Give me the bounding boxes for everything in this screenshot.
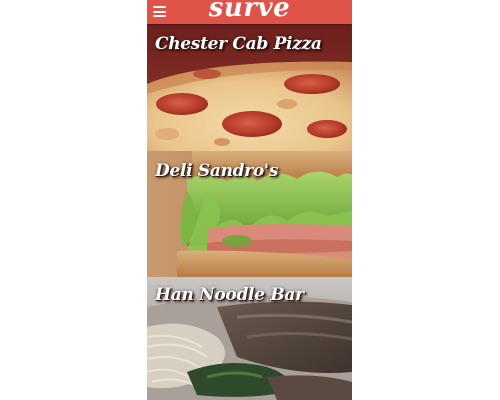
app-bar: surve	[147, 0, 352, 24]
restaurant-name: Chester Cab Pizza	[155, 34, 322, 54]
restaurant-card-chester-cab-pizza[interactable]: Chester Cab Pizza	[147, 24, 352, 151]
restaurant-name: Han Noodle Bar	[155, 285, 304, 305]
brand-logo: surve	[208, 0, 291, 23]
restaurant-name: Deli Sandro's	[155, 161, 279, 181]
restaurant-card-han-noodle-bar[interactable]: Han Noodle Bar	[147, 277, 352, 400]
restaurant-card-deli-sandros[interactable]: Deli Sandro's	[147, 151, 352, 277]
app-screen: surve Chester Cab Pizza Deli Sandro's Ha…	[147, 0, 352, 400]
